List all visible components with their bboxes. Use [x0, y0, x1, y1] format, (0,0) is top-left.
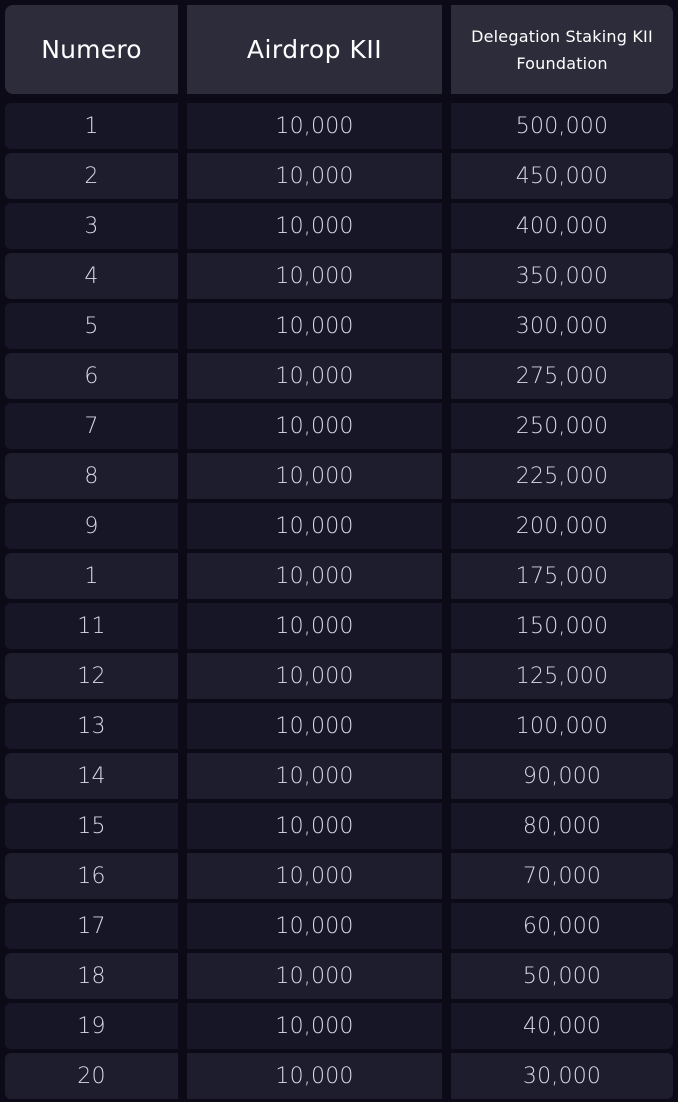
table-row: 7 10,000 250,000: [0, 403, 678, 449]
table-row: 1 10,000 500,000: [0, 103, 678, 149]
table-row: 8 10,000 225,000: [0, 453, 678, 499]
delegation-cell: 400,000: [451, 203, 673, 249]
airdrop-cell: 10,000: [187, 603, 442, 649]
airdrop-cell: 10,000: [187, 1003, 442, 1049]
table-row: 20 10,000 30,000: [0, 1053, 678, 1099]
airdrop-cell: 10,000: [187, 253, 442, 299]
delegation-cell: 70,000: [451, 853, 673, 899]
table-row: 14 10,000 90,000: [0, 753, 678, 799]
numero-cell: 4: [5, 253, 178, 299]
airdrop-cell: 10,000: [187, 553, 442, 599]
airdrop-cell: 10,000: [187, 653, 442, 699]
table-row: 18 10,000 50,000: [0, 953, 678, 999]
delegation-cell: 500,000: [451, 103, 673, 149]
airdrop-cell: 10,000: [187, 503, 442, 549]
airdrop-cell: 10,000: [187, 953, 442, 999]
delegation-cell: 350,000: [451, 253, 673, 299]
numero-cell: 5: [5, 303, 178, 349]
column-header-numero: Numero: [5, 5, 178, 94]
table-row: 1 10,000 175,000: [0, 553, 678, 599]
delegation-cell: 30,000: [451, 1053, 673, 1099]
airdrop-cell: 10,000: [187, 103, 442, 149]
delegation-cell: 450,000: [451, 153, 673, 199]
delegation-cell: 40,000: [451, 1003, 673, 1049]
numero-cell: 8: [5, 453, 178, 499]
table-row: 16 10,000 70,000: [0, 853, 678, 899]
table-row: 12 10,000 125,000: [0, 653, 678, 699]
numero-cell: 2: [5, 153, 178, 199]
airdrop-cell: 10,000: [187, 453, 442, 499]
delegation-cell: 275,000: [451, 353, 673, 399]
delegation-cell: 225,000: [451, 453, 673, 499]
numero-cell: 12: [5, 653, 178, 699]
airdrop-cell: 10,000: [187, 753, 442, 799]
delegation-cell: 100,000: [451, 703, 673, 749]
delegation-cell: 90,000: [451, 753, 673, 799]
numero-cell: 7: [5, 403, 178, 449]
table-header-row: Numero Airdrop KII Delegation Staking KI…: [0, 5, 678, 94]
delegation-cell: 200,000: [451, 503, 673, 549]
column-header-airdrop-kii: Airdrop KII: [187, 5, 442, 94]
airdrop-cell: 10,000: [187, 203, 442, 249]
numero-cell: 3: [5, 203, 178, 249]
numero-cell: 11: [5, 603, 178, 649]
delegation-cell: 60,000: [451, 903, 673, 949]
table-row: 4 10,000 350,000: [0, 253, 678, 299]
delegation-cell: 150,000: [451, 603, 673, 649]
table-row: 13 10,000 100,000: [0, 703, 678, 749]
airdrop-cell: 10,000: [187, 353, 442, 399]
numero-cell: 17: [5, 903, 178, 949]
delegation-cell: 50,000: [451, 953, 673, 999]
airdrop-cell: 10,000: [187, 853, 442, 899]
delegation-cell: 300,000: [451, 303, 673, 349]
delegation-cell: 250,000: [451, 403, 673, 449]
table-row: 5 10,000 300,000: [0, 303, 678, 349]
numero-cell: 19: [5, 1003, 178, 1049]
table-row: 19 10,000 40,000: [0, 1003, 678, 1049]
numero-cell: 15: [5, 803, 178, 849]
table-row: 17 10,000 60,000: [0, 903, 678, 949]
delegation-cell: 80,000: [451, 803, 673, 849]
airdrop-cell: 10,000: [187, 803, 442, 849]
delegation-cell: 125,000: [451, 653, 673, 699]
airdrop-cell: 10,000: [187, 703, 442, 749]
airdrop-cell: 10,000: [187, 903, 442, 949]
airdrop-cell: 10,000: [187, 303, 442, 349]
numero-cell: 14: [5, 753, 178, 799]
table-row: 9 10,000 200,000: [0, 503, 678, 549]
numero-cell: 6: [5, 353, 178, 399]
airdrop-cell: 10,000: [187, 153, 442, 199]
table-row: 3 10,000 400,000: [0, 203, 678, 249]
numero-cell: 1: [5, 553, 178, 599]
delegation-cell: 175,000: [451, 553, 673, 599]
numero-cell: 16: [5, 853, 178, 899]
numero-cell: 9: [5, 503, 178, 549]
numero-cell: 1: [5, 103, 178, 149]
airdrop-table: Numero Airdrop KII Delegation Staking KI…: [0, 0, 678, 1102]
table-row: 15 10,000 80,000: [0, 803, 678, 849]
column-header-delegation-staking: Delegation Staking KII Foundation: [451, 5, 673, 94]
table-row: 6 10,000 275,000: [0, 353, 678, 399]
numero-cell: 13: [5, 703, 178, 749]
airdrop-cell: 10,000: [187, 1053, 442, 1099]
numero-cell: 20: [5, 1053, 178, 1099]
airdrop-cell: 10,000: [187, 403, 442, 449]
table-row: 11 10,000 150,000: [0, 603, 678, 649]
numero-cell: 18: [5, 953, 178, 999]
table-row: 2 10,000 450,000: [0, 153, 678, 199]
